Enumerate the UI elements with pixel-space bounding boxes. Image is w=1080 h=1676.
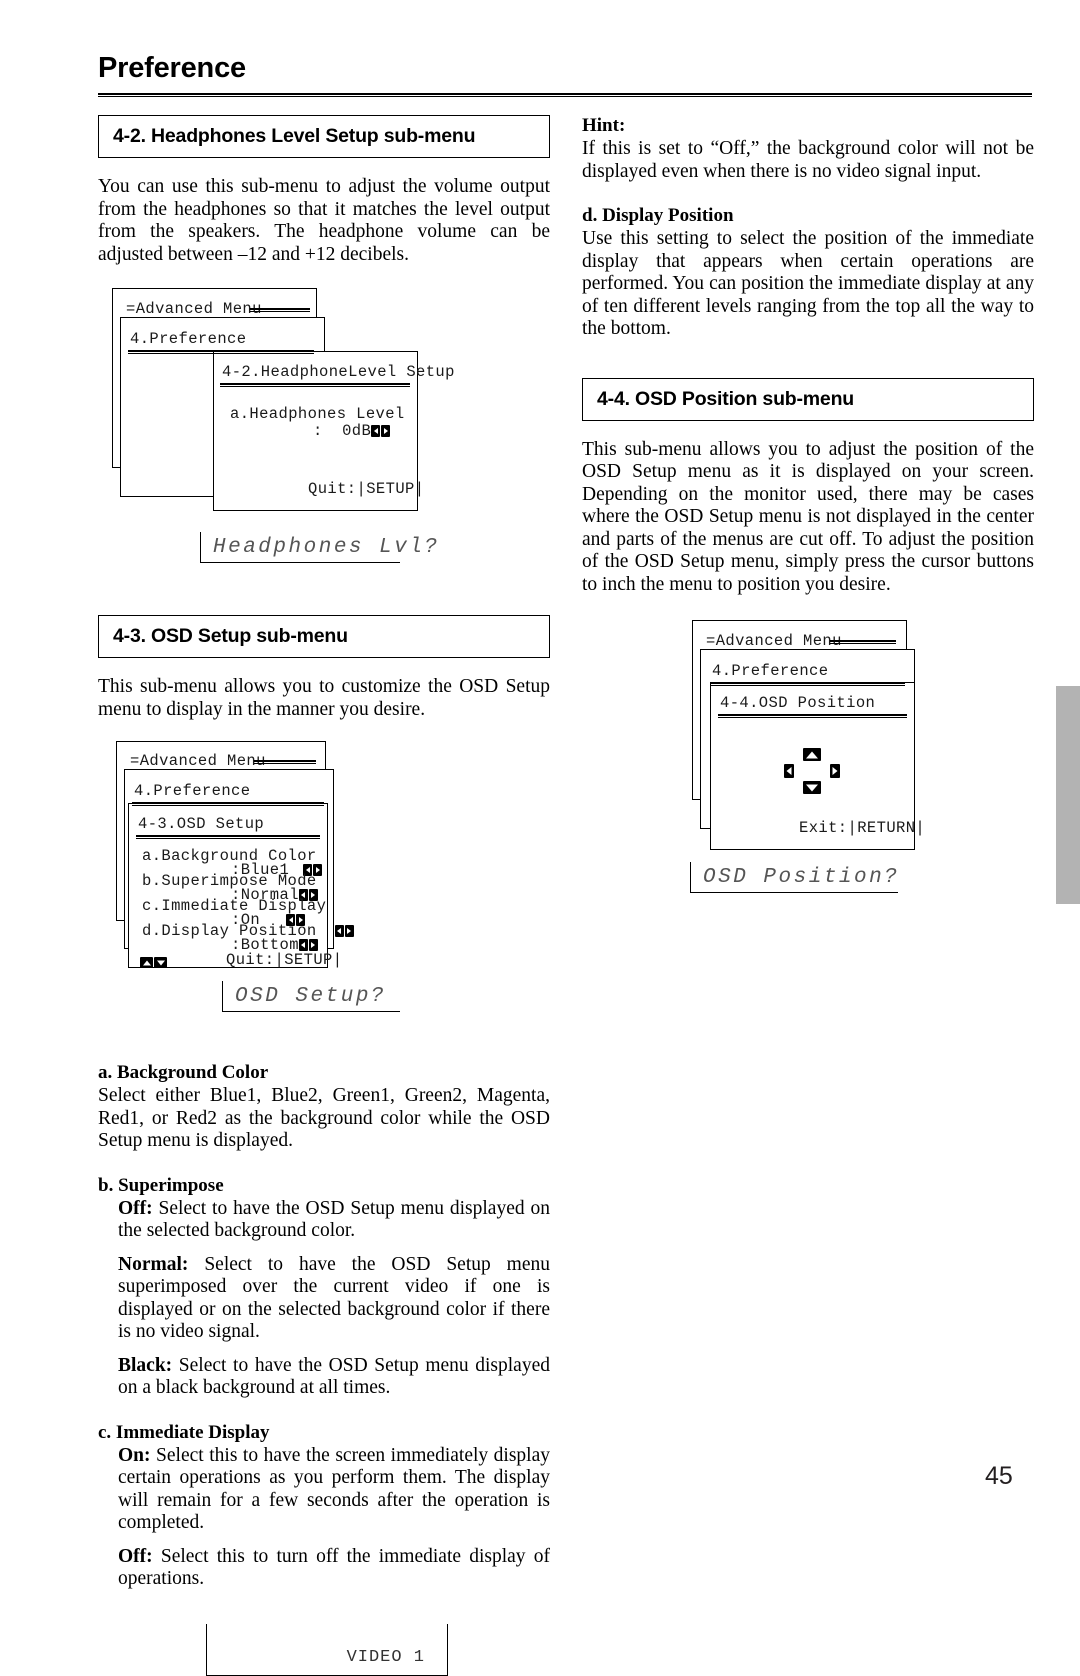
note-b-black-label: Black: [118,1354,173,1376]
section-4-2-body: You can use this sub-menu to adjust the … [98,176,550,265]
note-b-off-body: Select to have the OSD Setup menu displa… [118,1197,550,1242]
menu-footer-exit: Exit:|RETURN| [799,819,926,837]
cursor-pad-icon[interactable] [784,748,840,794]
header-rule [98,93,1032,97]
section-4-4-body: This sub-menu allows you to adjust the p… [582,438,1034,595]
menu-diagram-headphones-level: =Advanced Menu 4.Preference 4-2.Headphon… [98,288,550,536]
display-headphones-lvl: Headphones Lvl? [200,532,440,563]
note-b-off-label: Off: [118,1197,153,1219]
note-b-normal: Normal: Select to have the OSD Setup men… [118,1254,550,1344]
menu-diagram-osd-position: =Advanced Menu 4.Preference 4-4.OSD Posi… [582,620,1034,870]
menu-rule-advanced [254,760,316,764]
display-osd-setup: OSD Setup? [222,981,400,1012]
note-b-black: Black: Select to have the OSD Setup menu… [118,1355,550,1400]
left-right-arrow-buttons-icon[interactable] [334,925,354,937]
menu-footer-quit: Quit:|SETUP| [308,480,425,498]
menu-rule-advanced [830,640,896,644]
note-b-black-body: Select to have the OSD Setup menu displa… [118,1354,550,1399]
menu-rule-front [718,714,907,718]
page-number: 45 [985,1462,1013,1490]
display-osd-setup-text: OSD Setup? [235,985,400,1008]
left-right-arrow-buttons-icon[interactable] [371,425,391,437]
menu-item-headphones-level-value-row: : 0dB [313,422,391,440]
note-heading-d: d. Display Position [582,205,734,226]
section-heading-4-4: 4-4. OSD Position sub-menu [582,377,1034,421]
menu-footer-quit: Quit:|SETUP| [226,951,343,969]
note-c-on-body: Select this to have the screen immediate… [118,1444,550,1534]
section-heading-4-2: 4-2. Headphones Level Setup sub-menu [98,115,550,158]
note-c-on-label: On: [118,1444,151,1466]
note-b-normal-label: Normal: [118,1253,189,1275]
up-arrow-button[interactable] [803,748,821,761]
left-right-arrow-buttons-icon[interactable] [298,939,318,951]
down-arrow-button[interactable] [803,781,821,794]
page-title: Preference [98,52,246,84]
section-4-3-body: This sub-menu allows you to customize th… [98,676,550,720]
note-c-off-body: Select this to turn off the immediate di… [118,1545,550,1590]
menu-title-advanced-menu: =Advanced Menu [130,752,266,770]
menu-rule-front [136,835,320,839]
note-heading-c: c. Immediate Display [98,1421,270,1443]
menu-rule-preference [128,350,314,354]
right-arrow-button[interactable] [830,764,840,778]
menu-item-headphones-level-label: a.Headphones Level [230,405,405,423]
menu-title-osd-setup: 4-3.OSD Setup [138,815,265,833]
menu-title-osd-position: 4-4.OSD Position [720,694,876,712]
hint-body: If this is set to “Off,” the background … [582,138,1034,182]
up-down-arrow-buttons-icon[interactable] [140,953,167,971]
menu-diagram-osd-setup: =Advanced Menu 4.Preference 4-3.OSD Setu… [98,741,550,989]
menu-item-headphones-level-value: : 0dB [313,422,372,440]
right-column: Hint: If this is set to “Off,” the backg… [582,115,1034,901]
menu-title-preference: 4.Preference [130,330,247,348]
note-body-d: Use this setting to select the position … [582,228,1034,339]
note-body-a: Select either Blue1, Blue2, Green1, Gree… [98,1085,550,1151]
left-arrow-button[interactable] [784,764,794,778]
note-c-off-label: Off: [118,1545,153,1567]
section-heading-4-3: 4-3. OSD Setup sub-menu [98,615,550,658]
display-headphones-lvl-text: Headphones Lvl? [213,536,440,559]
side-thumb-tab [1056,686,1080,904]
menu-title-advanced-menu: =Advanced Menu [126,300,262,318]
menu-title-preference: 4.Preference [134,782,251,800]
menu-rule-preference [132,802,324,806]
note-heading-b: b. Superimpose [98,1174,224,1196]
menu-title-advanced-menu: =Advanced Menu [706,632,842,650]
menu-rule-advanced [250,308,310,312]
note-heading-a: a. Background Color [98,1062,269,1083]
video-input-display: VIDEO 1 [206,1623,448,1676]
video-input-label: VIDEO 1 [346,1647,425,1667]
note-c-on: On: Select this to have the screen immed… [118,1445,550,1535]
menu-title-preference: 4.Preference [712,662,829,680]
display-osd-position-text: OSD Position? [703,866,900,889]
note-c-off: Off: Select this to turn off the immedia… [118,1546,550,1591]
note-b-off: Off: Select to have the OSD Setup menu d… [118,1198,550,1243]
left-column: 4-2. Headphones Level Setup sub-menu You… [98,115,550,1676]
hint-heading: Hint: [582,115,626,136]
menu-title-headphone-level-setup: 4-2.HeadphoneLevel Setup [222,363,455,381]
menu-rule-front [220,383,410,387]
menu-rule-preference [710,682,905,686]
display-osd-position: OSD Position? [690,862,898,893]
